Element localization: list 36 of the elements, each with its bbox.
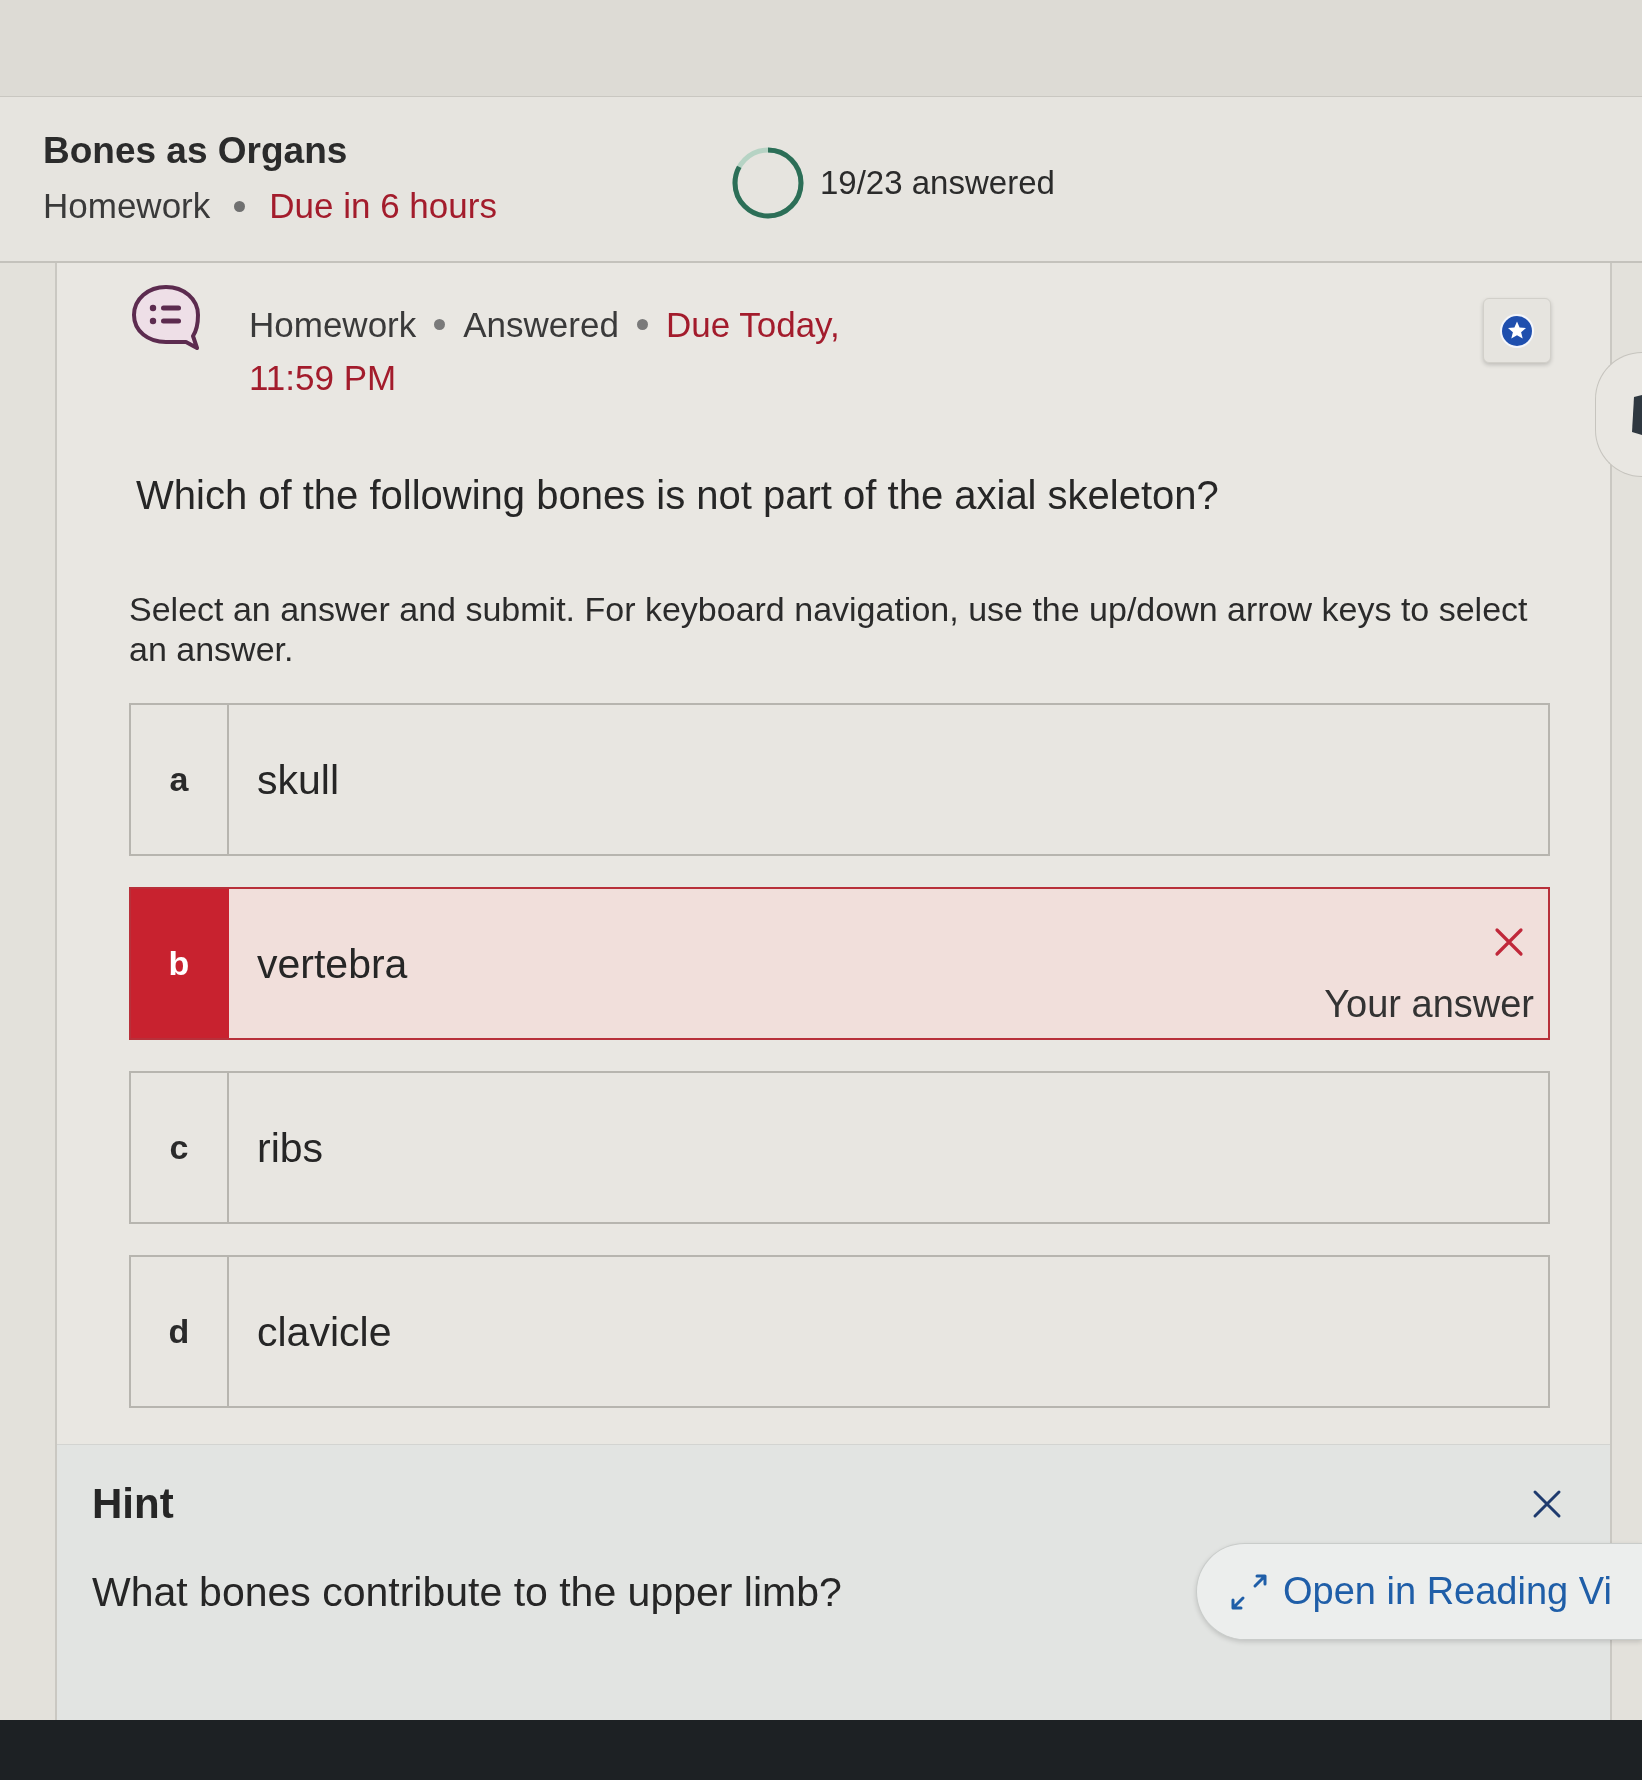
option-letter: c [131,1073,229,1222]
instructions-text: Select an answer and submit. For keyboard navigation, use the up/down arrow keys to select an answer. [129,589,1529,669]
meta-text: Answered [463,304,619,346]
star-button[interactable] [1483,298,1551,363]
dot-separator-icon [434,319,446,330]
dot-separator-icon [234,200,246,212]
option-text: vertebra [257,939,408,988]
answer-option[interactable]: c ribs [129,1071,1550,1224]
reading-view-button[interactable]: Open in Reading Vi [1196,1543,1642,1640]
bookmark-icon [1631,394,1642,435]
assignment-title: Bones as Organs [43,129,348,173]
option-letter: a [131,705,229,854]
dot-separator-icon [636,319,648,330]
hint-title: Hint [92,1479,174,1529]
question-text: Which of the following bones is not part of the axial skeleton? [136,472,1219,519]
option-text: clavicle [257,1307,392,1356]
option-text: skull [257,755,340,804]
answer-status-label: Your answer [1324,982,1534,1026]
hint-text: What bones contribute to the upper limb? [92,1567,842,1616]
answer-option[interactable]: b vertebra Your answer [129,887,1550,1040]
due-text: Due in 6 hours [269,185,497,227]
option-text: ribs [257,1123,324,1172]
meta-text: Homework [249,304,417,346]
star-icon [1499,312,1535,349]
assignment-type: Homework [43,185,211,227]
close-button[interactable] [1531,1488,1563,1520]
option-letter: b [131,889,229,1038]
due-text: Due Today, [665,304,840,346]
progress-ring [732,147,804,219]
chat-list-icon [131,284,201,350]
answer-option[interactable]: d clavicle [129,1255,1550,1408]
option-letter: d [131,1257,229,1406]
due-text: 11:59 PM [249,357,397,399]
progress-label: 19/23 answered [820,163,1055,203]
close-icon [1532,1489,1562,1519]
answer-option[interactable]: a skull [129,703,1550,856]
